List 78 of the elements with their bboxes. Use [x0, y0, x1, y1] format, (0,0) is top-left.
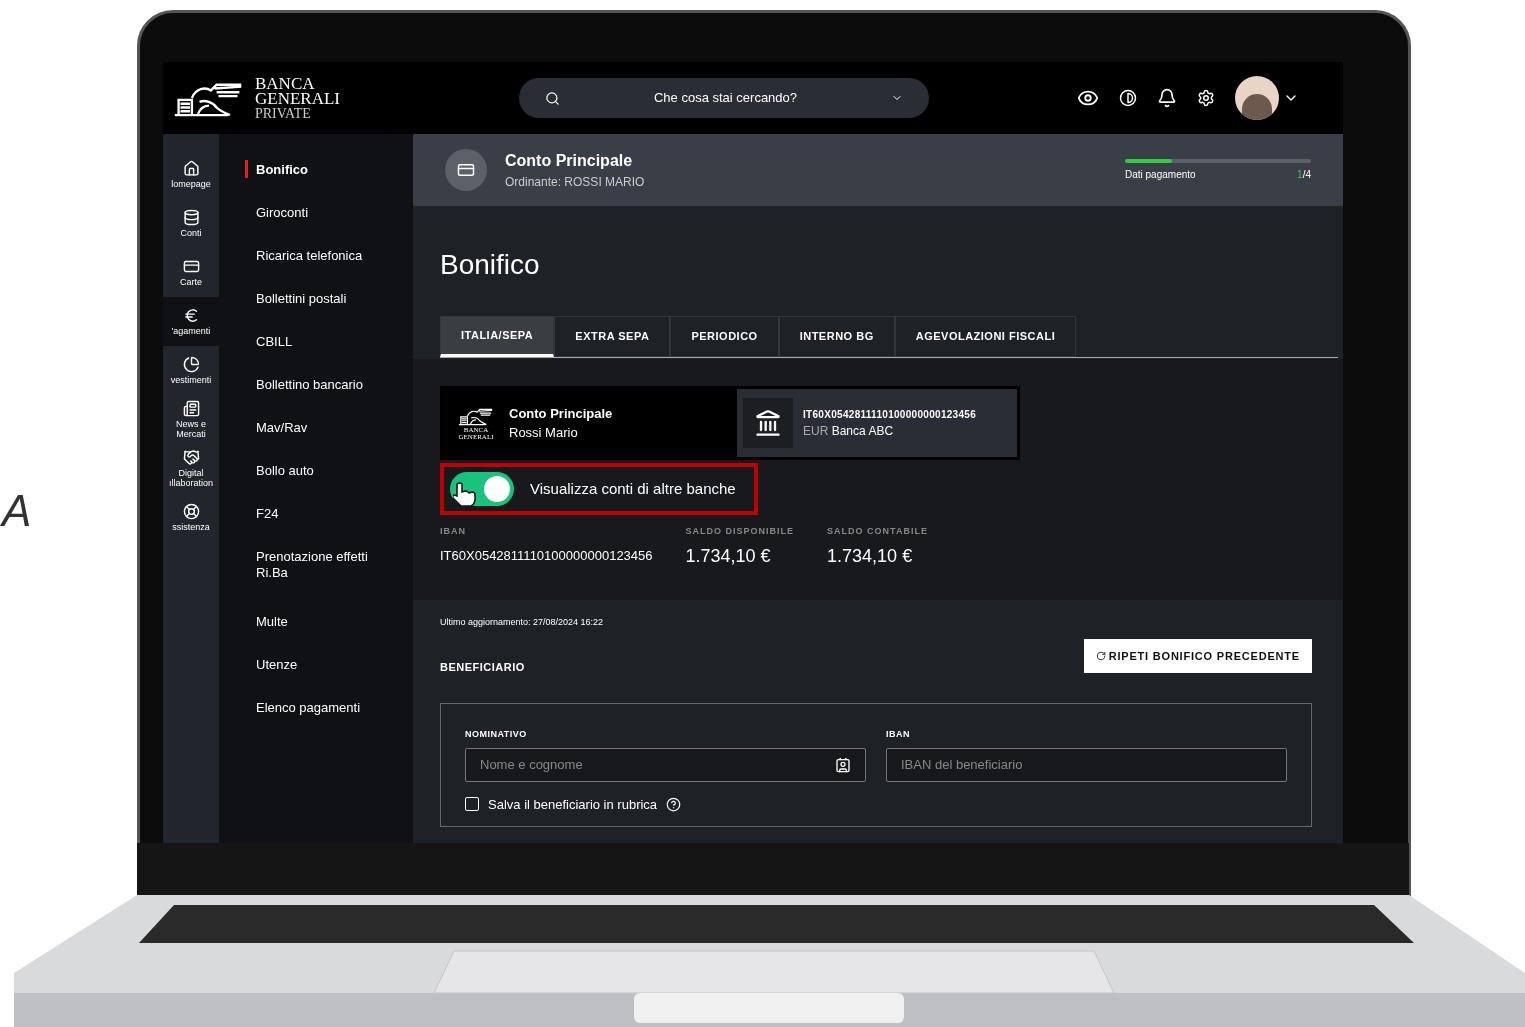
contrast-icon[interactable] — [1119, 89, 1137, 107]
logo-text: BANCA — [255, 75, 316, 91]
header-subtitle: Ordinante: ROSSI MARIO — [505, 174, 645, 191]
search-input[interactable]: Che cosa stai cercando? — [560, 88, 891, 108]
submenu-item[interactable]: Utenze — [219, 657, 413, 700]
submenu-item[interactable]: Bollettini postali — [219, 291, 413, 334]
submenu-item[interactable]: Multe — [219, 614, 413, 657]
card-icon — [457, 161, 475, 179]
help-icon[interactable] — [666, 796, 682, 812]
tab[interactable]: PERIODICO — [670, 316, 779, 357]
pie-chart-icon — [182, 356, 200, 373]
bank-account-card[interactable]: IT60X0542811110100000000123456 EUR Banca ABC — [737, 389, 1017, 457]
account-holder: Rossi Mario — [509, 424, 579, 442]
newspaper-icon — [182, 400, 200, 417]
active-indicator — [245, 160, 248, 178]
bell-icon[interactable] — [1157, 88, 1177, 108]
coins-icon — [182, 209, 200, 226]
submenu-item[interactable]: CBILL — [219, 334, 413, 377]
background-heading: A — [2, 485, 32, 537]
page-title: Bonifico — [440, 248, 541, 282]
field-label: IBAN — [886, 728, 911, 741]
bank-name: EUR Banca ABC — [803, 422, 895, 440]
handshake-icon — [182, 449, 200, 466]
checkbox[interactable] — [465, 797, 479, 812]
search-icon — [545, 90, 560, 106]
toggle-label: Visualizza conti di altre banche — [530, 478, 736, 499]
field-label: NOMINATIVO — [465, 728, 528, 741]
tab[interactable]: EXTRA SEPA — [554, 316, 671, 357]
submenu-item[interactable]: Ricarica telefonica — [219, 248, 413, 291]
balance-value: IT60X0542811110100000000123456 — [440, 546, 653, 565]
lifebuoy-icon — [182, 503, 200, 520]
submenu-item[interactable]: Bollettino bancario — [219, 377, 413, 420]
balance-label: SALDO DISPONIBILE — [685, 525, 795, 538]
rail-item[interactable]: Carte — [163, 248, 219, 297]
search-field[interactable]: Che cosa stai cercando? — [519, 78, 929, 118]
header-title: Conto Principale — [505, 151, 634, 171]
iban-input[interactable]: IBAN del beneficiario — [886, 747, 1287, 782]
submenu-item[interactable]: Bollo auto — [219, 463, 413, 506]
bank-iban: IT60X0542811110100000000123456 — [803, 407, 977, 422]
submenu-item[interactable]: F24 — [219, 506, 413, 549]
rail-item[interactable]: Conti — [163, 199, 219, 248]
rail-item[interactable]: News e Mercati — [163, 395, 219, 444]
avatar[interactable] — [1235, 76, 1279, 120]
checkbox-label: Salva il beneficiario in rubrica — [488, 795, 658, 814]
balance-label: SALDO CONTABILE — [827, 525, 928, 538]
balance-value: 1.734,10 € — [827, 544, 914, 568]
card-icon — [182, 258, 200, 275]
home-icon — [182, 160, 200, 177]
section-heading: BENEFICIARIO — [440, 659, 525, 675]
step-counter: 1/4 — [1297, 167, 1311, 182]
balance-label: IBAN — [440, 525, 467, 538]
rail-item[interactable]: Digital ıllaboration — [163, 444, 219, 493]
tab[interactable]: AGEVOLAZIONI FISCALI — [894, 316, 1077, 357]
last-update-text: Ultimo aggiornamento: 27/08/2024 16:22 — [440, 615, 605, 629]
submenu-item[interactable]: Elenco pagamenti — [219, 700, 413, 743]
tab[interactable]: ITALIA/SEPA — [440, 316, 555, 357]
name-field[interactable]: Nome e cognome — [465, 747, 866, 782]
account-name: Conto Principale — [509, 404, 613, 423]
refresh-icon — [1095, 651, 1106, 661]
settings-icon[interactable] — [1197, 89, 1215, 107]
submenu-item[interactable]: Bonifico — [219, 162, 413, 205]
tab[interactable]: INTERNO BG — [778, 316, 895, 357]
logo-text: PRIVATE — [255, 105, 312, 121]
rail-item[interactable]: lomepage — [163, 150, 219, 199]
balance-value: 1.734,10 € — [685, 544, 772, 568]
repeat-button[interactable]: RIPETI BONIFICO PRECEDENTE — [1083, 639, 1312, 673]
progress-label: Dati pagamento — [1125, 167, 1196, 182]
name-input[interactable]: Nome e cognome — [480, 754, 835, 775]
bank-icon — [754, 409, 782, 437]
submenu-item[interactable]: Mav/Rav — [219, 420, 413, 463]
submenu-item[interactable]: Giroconti — [219, 205, 413, 248]
logo-text: GENERALI — [255, 90, 340, 106]
rail-item[interactable]: 'agamenti — [163, 297, 219, 346]
address-book-icon[interactable] — [835, 756, 851, 773]
rail-item[interactable]: ssistenza — [163, 493, 219, 542]
submenu-item[interactable]: Prenotazione effetti Ri.Ba — [219, 549, 413, 614]
rail-item[interactable]: vestimenti — [163, 346, 219, 395]
euro-icon — [182, 307, 200, 324]
